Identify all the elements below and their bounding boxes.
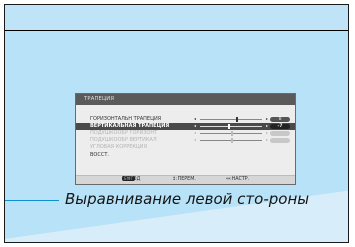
projected-screen: ТРАПЕЦИЯ ГОРИЗОНТАЛЬН ТРАПЕЦИЯ ◂ ▸ 0 ВЕР… [4, 4, 349, 243]
slider-right-arrow-icon[interactable]: ▸ [266, 123, 268, 129]
menu-item-corner-correction[interactable]: УГЛОВАЯ КОРРЕКЦИЯ [76, 144, 295, 151]
menu-item-reset[interactable]: ВОССТ. [76, 152, 295, 159]
menu-item-label: ПОДУШКООБР ГОРИЗОНТ [90, 130, 158, 136]
pincushion-vertical-slider[interactable]: ◂ ▸ [194, 137, 268, 143]
slider-thumb[interactable] [227, 124, 230, 129]
slider-left-arrow-icon[interactable]: ◂ [194, 130, 196, 136]
value-box [270, 138, 290, 143]
adjust-hint: ↔:НАСТР. [226, 177, 250, 182]
slider-right-arrow-icon[interactable]: ▸ [266, 137, 268, 143]
slider-thumb[interactable] [231, 138, 233, 143]
menu-item-label: ВОССТ. [90, 152, 109, 158]
vertical-keystone-slider[interactable]: ◂ ▸ [194, 123, 268, 129]
screen-top-bar [5, 5, 348, 31]
caption-leader-line [5, 200, 59, 201]
pincushion-horizontal-slider[interactable]: ◂ ▸ [194, 130, 268, 136]
menu-item-label: ПОДУШКООБР ВЕРТИКАЛ [90, 137, 157, 143]
value-box: 0 [270, 117, 290, 122]
menu-item-label: ГОРИЗОНТАЛЬН ТРАПЕЦИЯ [90, 116, 162, 122]
menu-item-label: УГЛОВАЯ КОРРЕКЦИЯ [90, 144, 148, 150]
slider-right-arrow-icon[interactable]: ▸ [266, 116, 268, 122]
menu-item-pincushion-vertical[interactable]: ПОДУШКООБР ВЕРТИКАЛ ◂ ▸ [76, 137, 295, 144]
keystone-osd-menu: ТРАПЕЦИЯ ГОРИЗОНТАЛЬН ТРАПЕЦИЯ ◂ ▸ 0 ВЕР… [75, 93, 296, 185]
menu-item-vertical-keystone[interactable]: ВЕРТИКАЛЬНАЯ ТРАПЕЦИЯ ◂ ▸ -7 [76, 123, 295, 130]
slider-thumb[interactable] [231, 131, 233, 136]
caption-text: Выравнивание левой сто-роны [65, 190, 310, 208]
exit-label: ВЫХОД [122, 177, 141, 182]
menu-item-horizontal-keystone[interactable]: ГОРИЗОНТАЛЬН ТРАПЕЦИЯ ◂ ▸ 0 [76, 116, 295, 123]
slider-thumb[interactable] [235, 117, 238, 122]
value-box [270, 131, 290, 136]
move-hint: ↕:ПЕРЕМ. [172, 177, 196, 182]
menu-footer: EXIT ВЫХОД ↕:ПЕРЕМ. ↔:НАСТР. [76, 175, 295, 184]
menu-title: ТРАПЕЦИЯ [76, 94, 295, 105]
slider-left-arrow-icon[interactable]: ◂ [194, 116, 196, 122]
slider-right-arrow-icon[interactable]: ▸ [266, 130, 268, 136]
value-box: -7 [270, 124, 290, 129]
horizontal-keystone-slider[interactable]: ◂ ▸ [194, 116, 268, 122]
menu-item-pincushion-horizontal[interactable]: ПОДУШКООБР ГОРИЗОНТ ◂ ▸ [76, 130, 295, 137]
slider-left-arrow-icon[interactable]: ◂ [194, 137, 196, 143]
slider-left-arrow-icon[interactable]: ◂ [194, 123, 196, 129]
menu-item-label: ВЕРТИКАЛЬНАЯ ТРАПЕЦИЯ [90, 123, 170, 129]
